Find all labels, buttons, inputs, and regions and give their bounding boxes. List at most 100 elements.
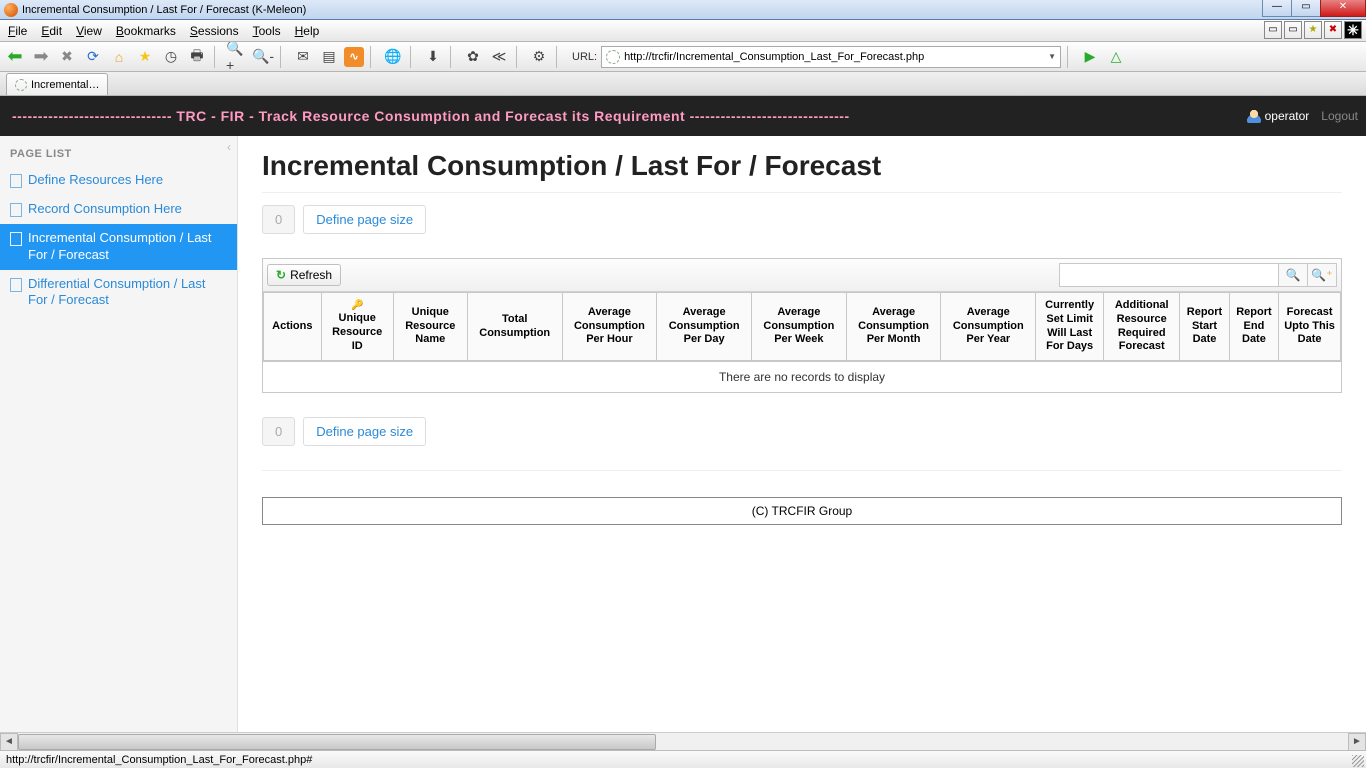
col-additional-forecast[interactable]: Additional Resource Required Forecast: [1104, 293, 1180, 361]
plugin-icon[interactable]: ✿: [462, 46, 484, 68]
reload-button[interactable]: ⟳: [82, 46, 104, 68]
url-dropdown-icon[interactable]: ▼: [1048, 52, 1056, 61]
data-grid: ↻Refresh 🔍 🔍⁺ Actions 🔑Unique Resource I…: [262, 258, 1342, 393]
separator: [450, 46, 456, 68]
menu-file[interactable]: File: [8, 24, 27, 38]
star-small-icon[interactable]: ★: [1304, 21, 1322, 39]
separator: [556, 46, 562, 68]
key-icon: 🔑: [326, 300, 389, 313]
thumb-icon-1[interactable]: ▭: [1264, 21, 1282, 39]
col-unique-resource-id[interactable]: 🔑Unique Resource ID: [321, 293, 393, 361]
sidebar-item-incremental[interactable]: Incremental Consumption / Last For / For…: [0, 224, 237, 270]
logout-link[interactable]: Logout: [1321, 109, 1358, 123]
minimize-button[interactable]: —: [1262, 0, 1292, 17]
browser-tab[interactable]: Incremental…: [6, 73, 108, 95]
scroll-right-button[interactable]: ►: [1348, 733, 1366, 751]
col-unique-resource-name[interactable]: Unique Resource Name: [393, 293, 467, 361]
print-button[interactable]: 🖶: [186, 46, 208, 68]
kmeleon-icon[interactable]: ✳: [1344, 21, 1362, 39]
col-report-start[interactable]: Report Start Date: [1180, 293, 1229, 361]
col-avg-year[interactable]: Average Consumption Per Year: [941, 293, 1036, 361]
scroll-thumb[interactable]: [18, 734, 656, 750]
menu-edit[interactable]: Edit: [41, 24, 62, 38]
horizontal-scrollbar[interactable]: ◄ ►: [0, 732, 1366, 750]
close-button[interactable]: ✕: [1320, 0, 1366, 17]
globe-button[interactable]: 🌐: [382, 46, 404, 68]
mail-button[interactable]: ✉: [292, 46, 314, 68]
settings-button[interactable]: ⚙: [528, 46, 550, 68]
back-button[interactable]: ⬅: [4, 46, 26, 68]
menu-tools[interactable]: Tools: [253, 24, 281, 38]
col-avg-week[interactable]: Average Consumption Per Week: [752, 293, 847, 361]
url-text: http://trcfir/Incremental_Consumption_La…: [624, 51, 924, 63]
sidebar-item-define-resources[interactable]: Define Resources Here: [0, 166, 237, 195]
stop-button[interactable]: ✖: [56, 46, 78, 68]
grid-search-input[interactable]: [1059, 263, 1279, 287]
refresh-button[interactable]: ↻Refresh: [267, 264, 341, 286]
zoom-out-button[interactable]: 🔍-: [252, 46, 274, 68]
scroll-track[interactable]: [18, 733, 1348, 750]
sidebar-item-record-consumption[interactable]: Record Consumption Here: [0, 195, 237, 224]
menu-view[interactable]: View: [76, 24, 102, 38]
app-brand: ------------------------------- TRC - FI…: [0, 108, 850, 124]
menu-bar: File Edit View Bookmarks Sessions Tools …: [0, 20, 1366, 42]
page-controls-top: 0 Define page size: [262, 205, 1342, 234]
menu-sessions[interactable]: Sessions: [190, 24, 239, 38]
url-input[interactable]: http://trcfir/Incremental_Consumption_La…: [601, 46, 1061, 68]
define-page-size-button[interactable]: Define page size: [303, 205, 426, 234]
user-icon: [1247, 109, 1261, 123]
col-avg-hour[interactable]: Average Consumption Per Hour: [562, 293, 657, 361]
url-label: URL:: [572, 51, 597, 63]
maximize-button[interactable]: ▭: [1291, 0, 1321, 17]
sidebar-collapse-icon[interactable]: ‹: [227, 140, 231, 154]
col-report-end[interactable]: Report End Date: [1229, 293, 1278, 361]
col-limit-days[interactable]: Currently Set Limit Will Last For Days: [1036, 293, 1104, 361]
rss-button[interactable]: ∿: [344, 47, 364, 67]
header-right: operator Logout: [1247, 96, 1358, 136]
thumb-icon-2[interactable]: ▭: [1284, 21, 1302, 39]
url-favicon: [606, 50, 620, 64]
home-button[interactable]: ⌂: [108, 46, 130, 68]
window-controls: — ▭ ✕: [1263, 0, 1366, 17]
sidebar-item-differential[interactable]: Differential Consumption / Last For / Fo…: [0, 270, 237, 316]
tab-label: Incremental…: [31, 79, 99, 91]
favorite-button[interactable]: ★: [134, 46, 156, 68]
page-controls-bottom: 0 Define page size: [262, 417, 1342, 446]
refresh-icon: ↻: [276, 268, 286, 282]
resize-grip[interactable]: [1352, 755, 1364, 767]
menu-help[interactable]: Help: [295, 24, 320, 38]
share-button[interactable]: ≪: [488, 46, 510, 68]
col-forecast-upto[interactable]: Forecast Upto This Date: [1279, 293, 1341, 361]
menu-bookmarks[interactable]: Bookmarks: [116, 24, 176, 38]
forward-button[interactable]: ➡: [30, 46, 52, 68]
menu-right-icons: ▭ ▭ ★ ✖ ✳: [1264, 21, 1362, 39]
download-button[interactable]: ⬇: [422, 46, 444, 68]
x-small-icon[interactable]: ✖: [1324, 21, 1342, 39]
grid-search-button[interactable]: 🔍: [1278, 263, 1308, 287]
sidebar-item-label: Record Consumption Here: [28, 201, 182, 218]
grid-advanced-search-button[interactable]: 🔍⁺: [1307, 263, 1337, 287]
col-total-consumption[interactable]: Total Consumption: [467, 293, 562, 361]
document-icon: [10, 278, 22, 292]
separator: [370, 46, 376, 68]
document-icon: [10, 232, 22, 246]
scroll-left-button[interactable]: ◄: [0, 733, 18, 751]
sidebar-item-label: Differential Consumption / Last For / Fo…: [28, 276, 227, 310]
define-page-size-button[interactable]: Define page size: [303, 417, 426, 446]
user-label[interactable]: operator: [1247, 109, 1310, 124]
grid-header-row: Actions 🔑Unique Resource ID Unique Resou…: [264, 293, 1341, 361]
col-avg-month[interactable]: Average Consumption Per Month: [846, 293, 941, 361]
tab-favicon: [15, 79, 27, 91]
navigation-toolbar: ⬅ ➡ ✖ ⟳ ⌂ ★ ◷ 🖶 🔍+ 🔍- ✉ ▤ ∿ 🌐 ⬇ ✿ ≪ ⚙ UR…: [0, 42, 1366, 72]
sidebar-title: PAGE LIST: [0, 136, 237, 166]
go-menu-button[interactable]: △: [1105, 46, 1127, 68]
separator: [280, 46, 286, 68]
divider: [262, 470, 1342, 471]
col-actions[interactable]: Actions: [264, 293, 322, 361]
grid-table: Actions 🔑Unique Resource ID Unique Resou…: [263, 292, 1341, 361]
col-avg-day[interactable]: Average Consumption Per Day: [657, 293, 752, 361]
history-button[interactable]: ◷: [160, 46, 182, 68]
go-button[interactable]: ▶: [1079, 46, 1101, 68]
zoom-in-button[interactable]: 🔍+: [226, 46, 248, 68]
news-button[interactable]: ▤: [318, 46, 340, 68]
